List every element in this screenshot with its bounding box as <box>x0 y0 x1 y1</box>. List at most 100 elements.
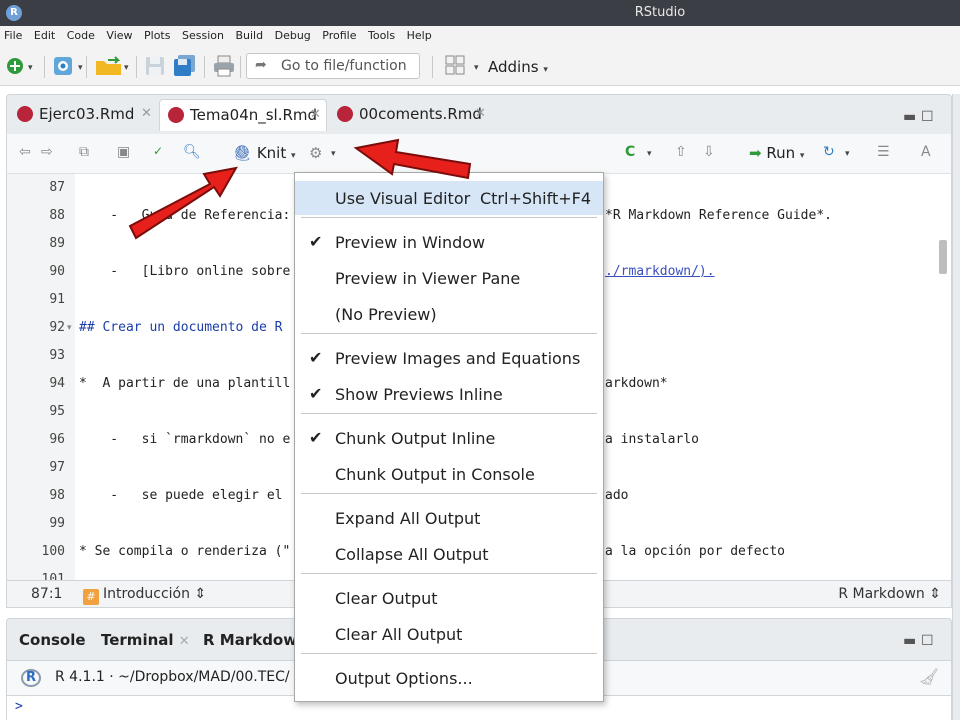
menu-item-label: Preview in Window <box>335 233 486 252</box>
toolbar-separator <box>136 56 137 78</box>
menu-item-label: Use Visual Editor <box>335 189 471 208</box>
line-number: 98 <box>49 488 65 503</box>
chevron-down-icon[interactable]: ▾ <box>845 149 850 159</box>
section-label: Introducción <box>103 586 190 602</box>
menu-item-chunk-output-in-console[interactable]: Chunk Output in Console <box>295 457 603 491</box>
addins-label: Addins <box>488 58 539 76</box>
menu-item-collapse-all-output[interactable]: Collapse All Output <box>295 537 603 571</box>
save-button[interactable] <box>144 54 166 78</box>
svg-text:▾: ▾ <box>78 63 83 73</box>
menu-item-label: Clear Output <box>335 589 438 608</box>
menu-item-label: Chunk Output Inline <box>335 429 496 448</box>
main-toolbar: ▾ ▾ ▾ ➦ Go to file/function ▾ Addins ▾ <box>0 46 960 86</box>
close-tab-icon[interactable]: ✕ <box>179 634 190 649</box>
addins-menu-button[interactable]: Addins ▾ <box>488 58 548 76</box>
broom-clear-icon[interactable]: 🧹︎ <box>919 667 939 686</box>
menu-session[interactable]: Session <box>178 26 228 42</box>
new-file-button[interactable]: ▾ <box>6 54 36 78</box>
menu-item-label: Collapse All Output <box>335 545 489 564</box>
file-type-selector[interactable]: R Markdown ⇕ <box>838 586 941 602</box>
code-line-text: ## Crear un documento de R <box>79 320 283 335</box>
outline-icon[interactable]: ☰ <box>877 144 890 160</box>
close-tab-icon[interactable]: ✕ <box>475 106 486 121</box>
checkmark-icon: ✔ <box>309 232 323 251</box>
forward-arrow-icon[interactable]: ⇨ <box>41 144 53 160</box>
show-in-window-icon[interactable]: ⧉ <box>79 144 89 160</box>
print-button[interactable] <box>212 54 236 78</box>
window-title: RStudio <box>0 5 960 20</box>
menu-item-label: Chunk Output in Console <box>335 465 535 484</box>
code-line-text: - si `rmarkdown` no e <box>79 432 291 447</box>
fold-toggle-icon[interactable]: ▾ <box>67 323 72 333</box>
tab-ejerc03[interactable]: Ejerc03.Rmd ✕ <box>17 99 157 131</box>
menu-item-preview-images-and-equations[interactable]: ✔ Preview Images and Equations <box>295 341 603 375</box>
project-icon: ▾ <box>54 57 83 75</box>
menu-item-clear-all-output[interactable]: Clear All Output <box>295 617 603 651</box>
tab-label: 00coments.Rmd <box>359 105 482 123</box>
spellcheck-icon[interactable]: ✓ <box>153 144 163 158</box>
menu-item-clear-output[interactable]: Clear Output <box>295 581 603 615</box>
menu-plots[interactable]: Plots <box>140 26 174 42</box>
menu-help[interactable]: Help <box>403 26 436 42</box>
menu-build[interactable]: Build <box>231 26 267 42</box>
search-icon[interactable]: 🔍︎ <box>183 144 201 160</box>
menu-profile[interactable]: Profile <box>318 26 360 42</box>
close-tab-icon[interactable]: ✕ <box>310 107 321 122</box>
menu-item-preview-in-window[interactable]: ✔ Preview in Window <box>295 225 603 259</box>
line-number: 99 <box>49 516 65 531</box>
code-line-tail: ado <box>605 488 629 503</box>
minimize-pane-icon[interactable]: ▬ <box>903 109 916 125</box>
tab-r-markdown[interactable]: R Markdown <box>203 631 308 649</box>
menu-item-chunk-output-inline[interactable]: ✔ Chunk Output Inline <box>295 421 603 455</box>
vertical-scrollbar[interactable] <box>939 240 947 274</box>
goto-file-function-input[interactable]: ➦ Go to file/function <box>246 53 420 79</box>
line-number: 87 <box>49 180 65 195</box>
chevron-down-icon[interactable]: ▾ <box>331 149 336 159</box>
maximize-pane-icon[interactable]: ☐ <box>921 633 934 649</box>
menu-item-label: Preview in Viewer Pane <box>335 269 521 288</box>
save-icon[interactable]: ▣ <box>117 144 130 160</box>
line-number: 91 <box>49 292 65 307</box>
workspace-panes-button[interactable]: ▾ <box>444 54 484 78</box>
back-arrow-icon[interactable]: ⇦ <box>19 144 31 160</box>
up-arrow-icon[interactable]: ⇧ <box>675 144 687 160</box>
window-title-text: RStudio <box>634 5 686 20</box>
open-file-button[interactable]: ▾ <box>94 54 134 78</box>
run-button[interactable]: ➡ Run ▾ <box>749 144 804 162</box>
menu-separator <box>301 217 597 218</box>
section-navigator[interactable]: # Introducción ⇕ <box>83 586 206 605</box>
menu-item-use-visual-editor[interactable]: Use Visual Editor Ctrl+Shift+F4 <box>295 181 603 215</box>
tab-console[interactable]: Console <box>19 631 86 649</box>
close-tab-icon[interactable]: ✕ <box>141 106 152 121</box>
save-all-button[interactable] <box>172 54 198 78</box>
menu-item-preview-in-viewer-pane[interactable]: Preview in Viewer Pane <box>295 261 603 295</box>
menu-item-show-previews-inline[interactable]: ✔ Show Previews Inline <box>295 377 603 411</box>
menu-item-output-options[interactable]: Output Options... <box>295 661 603 695</box>
tab-tema04n-sl[interactable]: Tema04n_sl.Rmd ✕ <box>159 99 327 131</box>
down-arrow-icon[interactable]: ⇩ <box>703 144 715 160</box>
format-text-icon[interactable]: A <box>921 144 931 160</box>
rerun-icon[interactable]: ↻ <box>823 144 835 160</box>
chevron-down-icon[interactable]: ▾ <box>647 149 652 159</box>
tab-terminal[interactable]: Terminal ✕ <box>101 631 190 649</box>
menu-file[interactable]: File <box>0 26 26 42</box>
menu-view[interactable]: View <box>102 26 136 42</box>
code-line: - se puede elegir el <box>79 488 282 503</box>
code-line: ## Crear un documento de R <box>79 320 283 335</box>
svg-text:▾: ▾ <box>28 63 33 73</box>
maximize-pane-icon[interactable]: ☐ <box>921 109 934 125</box>
gear-icon[interactable]: ⚙ <box>309 144 322 162</box>
code-line-tail: ./rmarkdown/). <box>605 264 715 279</box>
new-project-button[interactable]: ▾ <box>52 54 88 78</box>
insert-chunk-icon[interactable]: C <box>625 144 635 160</box>
menu-item-expand-all-output[interactable]: Expand All Output <box>295 501 603 535</box>
menu-tools[interactable]: Tools <box>364 26 399 42</box>
chevron-down-icon: ▾ <box>543 65 548 75</box>
minimize-pane-icon[interactable]: ▬ <box>903 633 916 649</box>
tab-00coments[interactable]: 00coments.Rmd ✕ <box>337 99 497 131</box>
menu-debug[interactable]: Debug <box>271 26 315 42</box>
menu-item-no-preview[interactable]: (No Preview) <box>295 297 603 331</box>
menu-edit[interactable]: Edit <box>30 26 59 42</box>
knit-button[interactable]: 🧶︎ Knit ▾ <box>233 144 296 162</box>
menu-code[interactable]: Code <box>63 26 99 42</box>
